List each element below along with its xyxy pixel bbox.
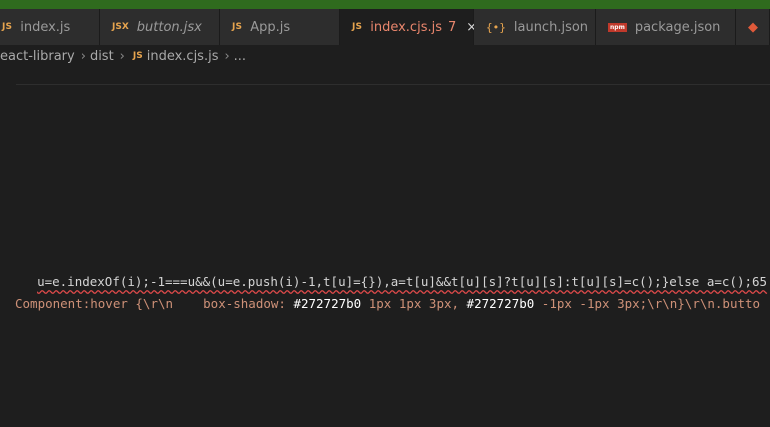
tab-index-js[interactable]: JS index.js xyxy=(0,9,100,45)
breadcrumb-item-file[interactable]: index.cjs.js xyxy=(147,49,219,64)
code-string: 1px 1px 3px, xyxy=(361,296,467,311)
jsx-icon: JSX xyxy=(112,22,129,32)
tab-package-json[interactable]: npm package.json xyxy=(596,9,736,45)
editor-tab-bar: JS index.js JSX button.jsx JS App.js JS … xyxy=(0,9,770,45)
js-icon: JS xyxy=(132,51,143,61)
chevron-right-icon: › xyxy=(119,48,125,64)
git-icon: ◆ xyxy=(748,19,758,35)
json-icon: {•} xyxy=(486,20,506,34)
tab-label: button.jsx xyxy=(136,19,202,35)
js-icon: JS xyxy=(232,22,243,32)
breadcrumb-item-project[interactable]: eact-library xyxy=(0,49,75,64)
tab-launch-json[interactable]: {•} launch.json xyxy=(474,9,596,45)
breadcrumb-item-dist[interactable]: dist xyxy=(90,49,114,64)
tab-label: package.json xyxy=(634,19,721,35)
editor-divider xyxy=(16,84,770,85)
tab-label: App.js xyxy=(250,19,291,35)
js-icon: JS xyxy=(2,22,13,32)
breadcrumb-item-symbol[interactable]: ... xyxy=(234,49,246,64)
tab-label: launch.json xyxy=(513,19,589,35)
tab-app-js[interactable]: JS App.js xyxy=(220,9,340,45)
problems-badge: 7 xyxy=(447,19,457,35)
chevron-right-icon: › xyxy=(224,48,230,64)
tab-index-cjs-js[interactable]: JS index.cjs.js 7 × xyxy=(340,9,477,45)
tab-button-jsx[interactable]: JSX button.jsx xyxy=(100,9,220,45)
color-literal: #272727b0 xyxy=(466,296,535,311)
code-string: -1px -1px 3px;\r\n}\r\n.butto xyxy=(534,296,761,311)
code-text: u=e.indexOf(i);-1===u&&(u=e.push(i)-1,t[… xyxy=(37,274,768,289)
tab-git[interactable]: ◆ xyxy=(736,9,770,45)
chevron-right-icon: › xyxy=(80,48,86,64)
breadcrumb: eact-library › dist › JS index.cjs.js › … xyxy=(0,45,770,67)
js-icon: JS xyxy=(352,22,363,32)
code-string: Component:hover {\r\n box-shadow: xyxy=(15,296,294,311)
tab-label: index.cjs.js xyxy=(370,19,442,35)
code-line[interactable]: Component:hover {\r\n box-shadow: #27272… xyxy=(15,296,760,311)
tab-label: index.js xyxy=(20,19,71,35)
color-literal: #272727b0 xyxy=(293,296,362,311)
title-bar xyxy=(0,0,770,9)
npm-icon: npm xyxy=(608,22,627,32)
code-line[interactable]: u=e.indexOf(i);-1===u&&(u=e.push(i)-1,t[… xyxy=(22,259,767,289)
